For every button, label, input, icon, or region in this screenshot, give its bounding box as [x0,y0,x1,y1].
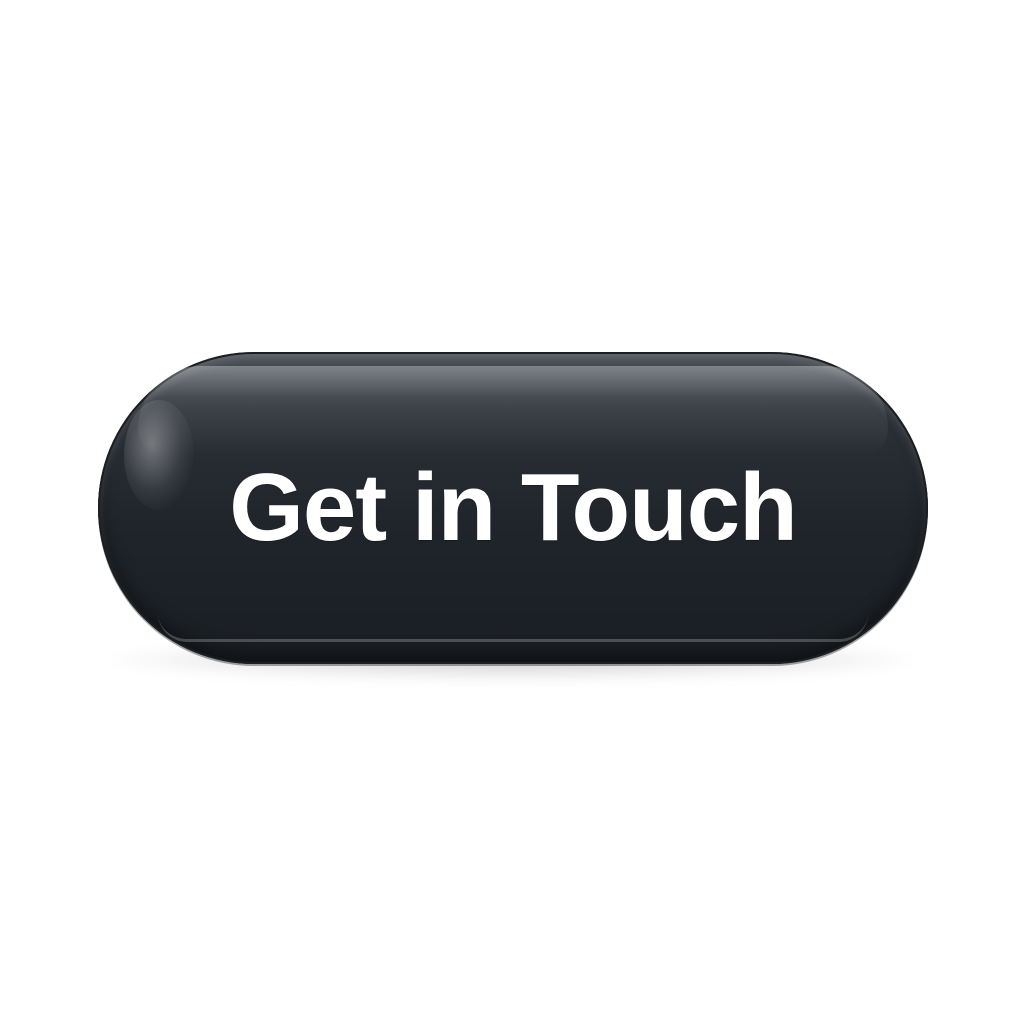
button-label: Get in Touch [229,454,798,561]
button-gloss-highlight [124,400,194,510]
get-in-touch-button[interactable]: Get in Touch [98,352,928,664]
page-canvas: Get in Touch [0,0,1024,1024]
